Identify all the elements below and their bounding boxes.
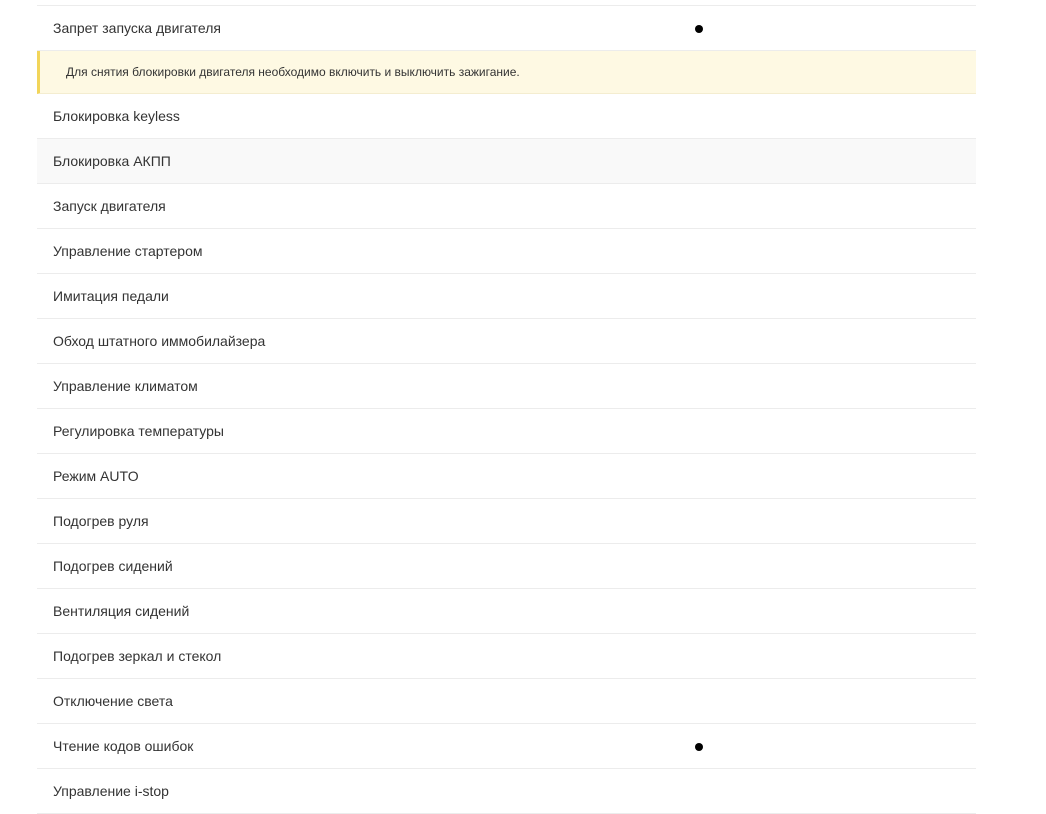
feature-row: Режим AUTO bbox=[37, 454, 976, 499]
feature-row: Блокировка keyless bbox=[37, 94, 976, 139]
feature-row: Запуск двигателя bbox=[37, 184, 976, 229]
feature-row: Запрет запуска двигателя bbox=[37, 6, 976, 51]
feature-label: Подогрев руля bbox=[53, 513, 149, 529]
filled-circle-icon bbox=[695, 738, 703, 754]
feature-note-text: Для снятия блокировки двигателя необходи… bbox=[66, 65, 520, 79]
feature-row: Вентиляция сидений bbox=[37, 589, 976, 634]
feature-label: Обход штатного иммобилайзера bbox=[53, 333, 266, 349]
feature-label: Регулировка температуры bbox=[53, 423, 224, 439]
feature-row: Подогрев сидений bbox=[37, 544, 976, 589]
feature-row: Подогрев руля bbox=[37, 499, 976, 544]
feature-rows: Запрет запуска двигателя Для снятия блоки… bbox=[37, 6, 976, 814]
feature-row: Подогрев зеркал и стекол bbox=[37, 634, 976, 679]
supported-dot bbox=[695, 743, 703, 751]
feature-row: Имитация педали bbox=[37, 274, 976, 319]
feature-label: Блокировка keyless bbox=[53, 108, 180, 124]
supported-dot bbox=[695, 25, 703, 33]
feature-row: Обход штатного иммобилайзера bbox=[37, 319, 976, 364]
feature-label: Имитация педали bbox=[53, 288, 169, 304]
feature-row: Управление климатом bbox=[37, 364, 976, 409]
feature-label: Режим AUTO bbox=[53, 468, 139, 484]
feature-label: Управление климатом bbox=[53, 378, 198, 394]
feature-row: Чтение кодов ошибок bbox=[37, 724, 976, 769]
feature-label: Чтение кодов ошибок bbox=[53, 738, 194, 754]
filled-circle-icon bbox=[695, 20, 703, 36]
feature-label: Вентиляция сидений bbox=[53, 603, 190, 619]
feature-label: Управление i-stop bbox=[53, 783, 169, 799]
feature-row: Управление i-stop bbox=[37, 769, 976, 814]
feature-note: Для снятия блокировки двигателя необходи… bbox=[37, 51, 976, 94]
feature-label: Управление стартером bbox=[53, 243, 203, 259]
feature-label: Подогрев сидений bbox=[53, 558, 173, 574]
feature-label: Запуск двигателя bbox=[53, 198, 166, 214]
feature-row: Управление стартером bbox=[37, 229, 976, 274]
feature-row: Отключение света bbox=[37, 679, 976, 724]
feature-label: Подогрев зеркал и стекол bbox=[53, 648, 222, 664]
features-table: Запрет запуска двигателя Для снятия блоки… bbox=[37, 0, 976, 814]
feature-row: Блокировка АКПП bbox=[37, 139, 976, 184]
feature-label: Отключение света bbox=[53, 693, 173, 709]
feature-row: Регулировка температуры bbox=[37, 409, 976, 454]
feature-label: Блокировка АКПП bbox=[53, 153, 171, 169]
feature-label: Запрет запуска двигателя bbox=[53, 20, 221, 36]
